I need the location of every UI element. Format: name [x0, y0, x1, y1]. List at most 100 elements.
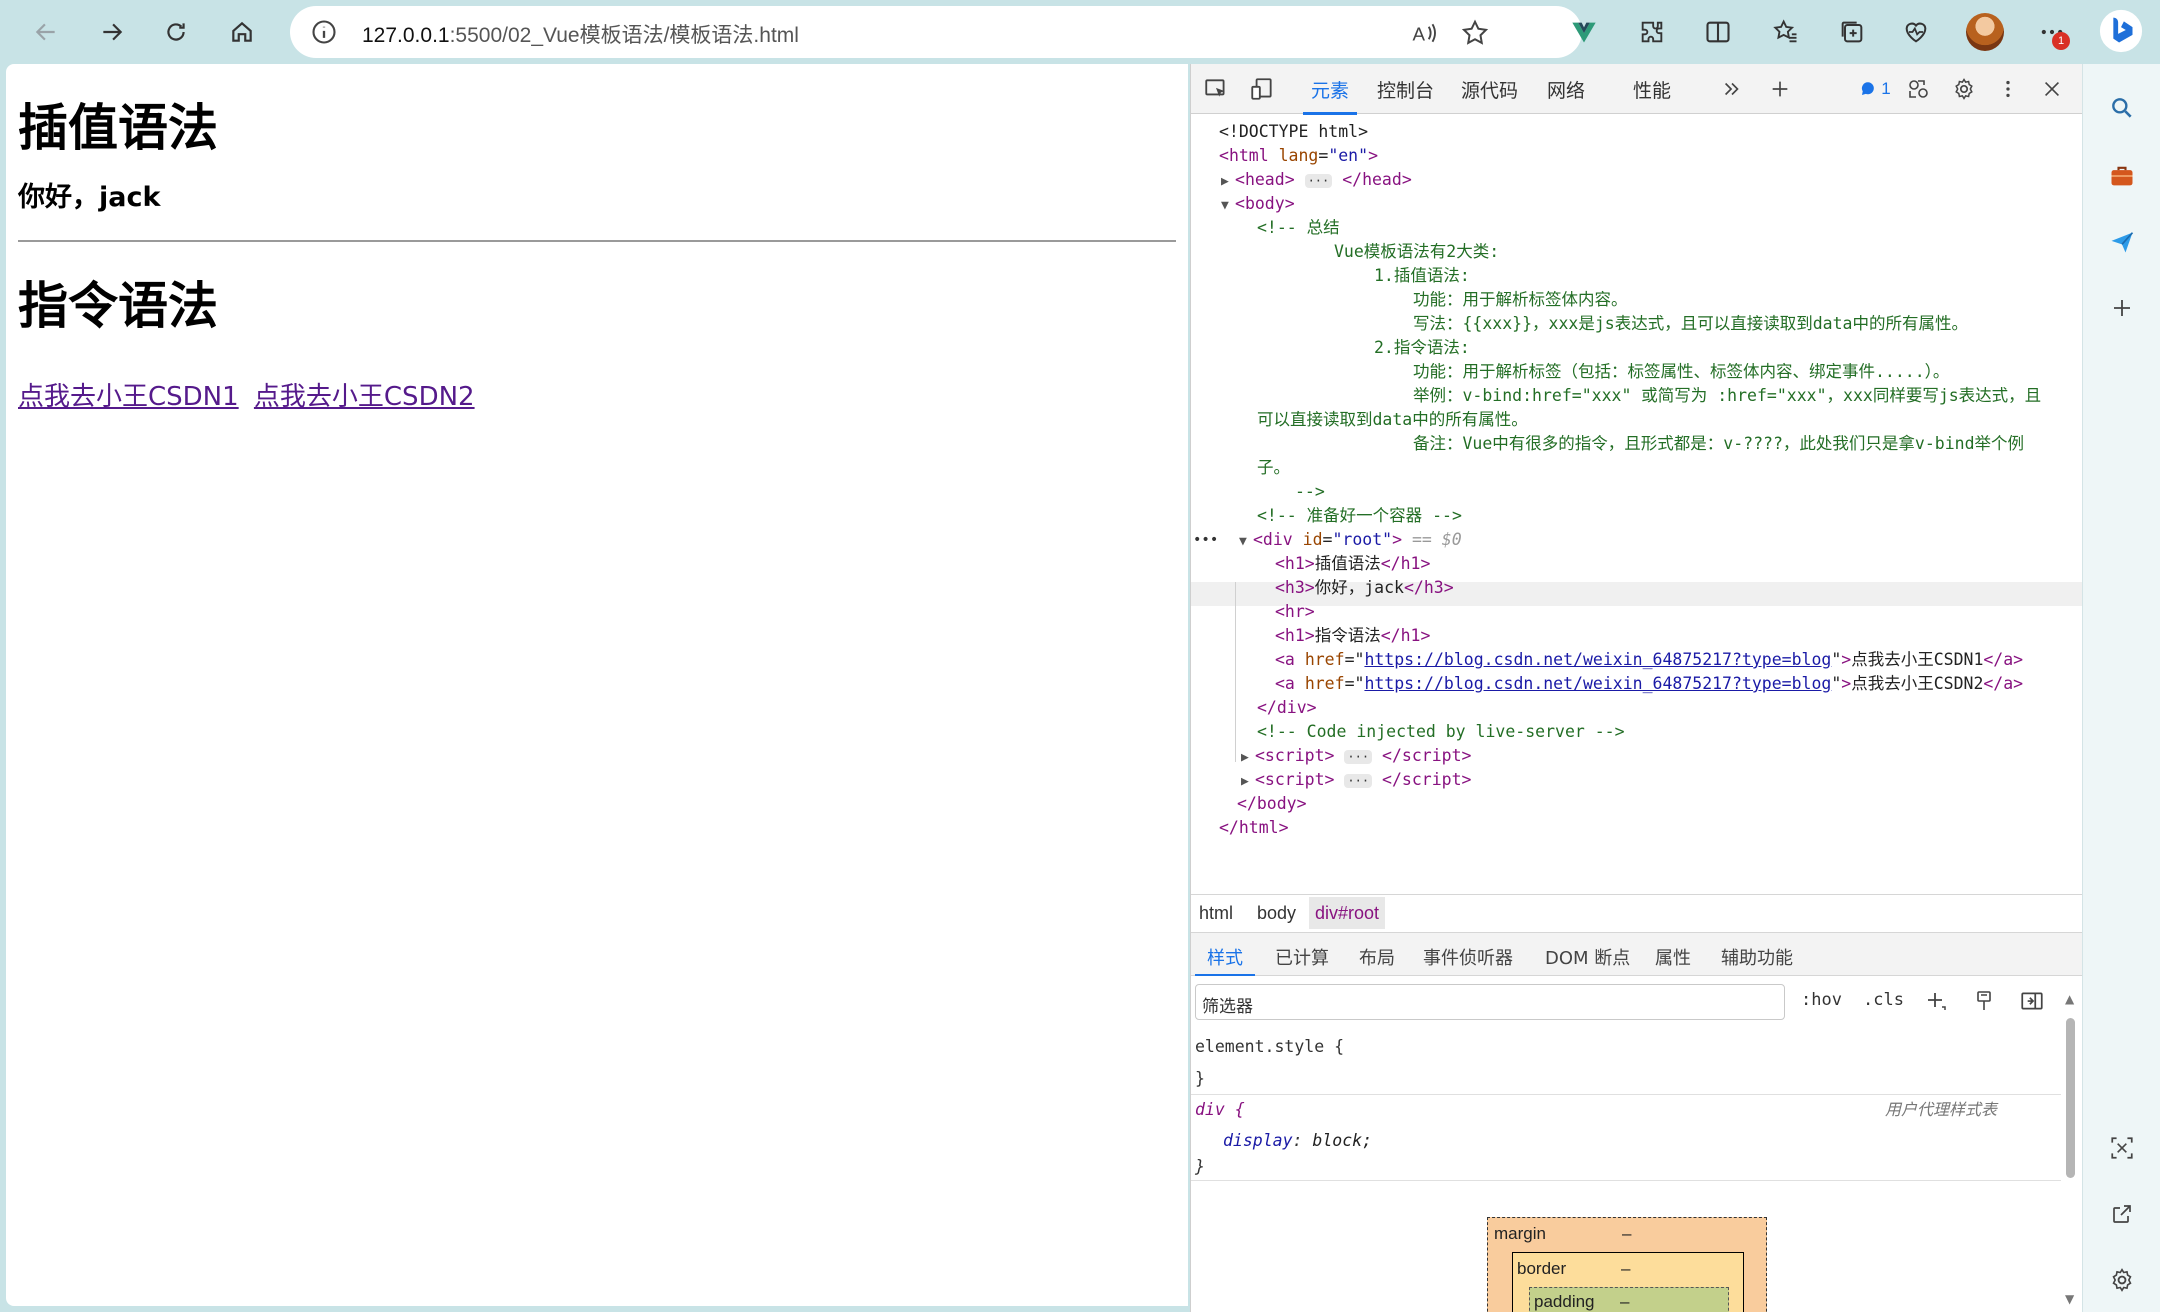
subtab-properties[interactable]: 属性 — [1655, 944, 1691, 970]
refresh-button[interactable] — [156, 12, 196, 52]
breadcrumb-body[interactable]: body — [1257, 903, 1296, 924]
box-model-border[interactable]: border – padding – — [1512, 1252, 1744, 1312]
forward-button[interactable] — [92, 12, 132, 52]
display-declaration[interactable]: display: block; — [1223, 1130, 1372, 1152]
box-model-padding[interactable]: padding – — [1529, 1287, 1729, 1312]
dom-div-root[interactable]: ▼ <div id="root"> == $0 — [1239, 528, 1462, 554]
expand-triangle-icon[interactable]: ▶ — [1221, 170, 1235, 194]
breadcrumb-html[interactable]: html — [1199, 903, 1233, 924]
home-button[interactable] — [222, 12, 262, 52]
new-style-rule-plus-icon[interactable] — [1921, 986, 1951, 1016]
vue-devtools-extension-icon[interactable] — [1566, 14, 1602, 50]
breadcrumb-div-root[interactable]: div#root — [1309, 897, 1386, 929]
scroll-down-arrow-icon[interactable]: ▼ — [2065, 1292, 2074, 1306]
dom-comment-container[interactable]: <!-- 准备好一个容器 --> — [1257, 504, 1462, 528]
add-panel-plus-icon[interactable] — [1765, 74, 1795, 104]
node-actions-ellipsis[interactable]: ••• — [1193, 528, 1218, 552]
favorites-icon[interactable] — [1768, 14, 1804, 50]
dom-comment-summary[interactable]: <!-- 总结 — [1257, 216, 1340, 240]
href-link[interactable]: https://blog.csdn.net/weixin_64875217?ty… — [1364, 674, 1831, 693]
border-top-value[interactable]: – — [1621, 1259, 1630, 1279]
collections-icon[interactable] — [1834, 14, 1870, 50]
split-screen-icon[interactable] — [1700, 14, 1736, 50]
favorite-star-icon[interactable] — [1460, 18, 1490, 48]
sidebar-add-plus-icon[interactable] — [2104, 290, 2140, 326]
sidebar-settings-gear-icon[interactable] — [2104, 1262, 2140, 1298]
devtools-close-icon[interactable] — [2037, 74, 2067, 104]
sidebar-screenshot-icon[interactable] — [2104, 1130, 2140, 1166]
tab-sources[interactable]: 源代码 — [1461, 76, 1518, 103]
devtools-tab-bar: 元素 控制台 源代码 网络 性能 1 — [1191, 64, 2082, 115]
dom-h1-directive[interactable]: <h1>指令语法</h1> — [1275, 624, 1430, 648]
url-text[interactable]: 127.0.0.1:5500/02_Vue模板语法/模板语法.html — [362, 19, 799, 49]
subtab-accessibility[interactable]: 辅助功能 — [1721, 944, 1793, 970]
expand-triangle-icon[interactable]: ▶ — [1241, 770, 1255, 794]
dom-a-1[interactable]: <a href="https://blog.csdn.net/weixin_64… — [1275, 648, 2023, 672]
extensions-puzzle-icon[interactable] — [1634, 14, 1670, 50]
site-info-icon[interactable] — [310, 18, 338, 46]
hov-toggle[interactable]: :hov — [1801, 990, 1842, 1010]
box-model-margin[interactable]: margin – border – padding – — [1487, 1217, 1767, 1312]
tab-console[interactable]: 控制台 — [1377, 76, 1434, 103]
collapsed-ellipsis[interactable]: ··· — [1344, 750, 1373, 764]
subtab-computed[interactable]: 已计算 — [1275, 944, 1329, 970]
styles-scrollbar[interactable]: ▲ ▼ — [2063, 992, 2077, 1312]
div-ua-rule[interactable]: div { — [1195, 1099, 1245, 1121]
dom-body-node[interactable]: ▼ <body> — [1221, 192, 1295, 218]
dom-doctype[interactable]: <!DOCTYPE html> — [1219, 120, 1368, 144]
tab-network[interactable]: 网络 — [1547, 76, 1585, 103]
collapsed-ellipsis[interactable]: ··· — [1344, 774, 1373, 788]
paint-brush-icon[interactable] — [1969, 986, 1999, 1016]
cls-toggle[interactable]: .cls — [1863, 990, 1904, 1010]
subtab-styles[interactable]: 样式 — [1195, 944, 1255, 977]
margin-top-value[interactable]: – — [1622, 1224, 1631, 1244]
dom-a-2[interactable]: <a href="https://blog.csdn.net/weixin_64… — [1275, 672, 2023, 696]
collapse-triangle-icon[interactable]: ▼ — [1221, 194, 1235, 218]
href-link[interactable]: https://blog.csdn.net/weixin_64875217?ty… — [1364, 650, 1831, 669]
dom-script-2[interactable]: ▶ <script> ··· </script> — [1241, 768, 1471, 794]
dom-h1-interp[interactable]: <h1>插值语法</h1> — [1275, 552, 1430, 576]
subtab-dom-breakpoints[interactable]: DOM 断点 — [1545, 944, 1630, 970]
element-style-rule[interactable]: element.style { — [1195, 1036, 1344, 1058]
sidebar-tools-briefcase-icon[interactable] — [2104, 158, 2140, 194]
read-aloud-icon[interactable]: A — [1410, 18, 1440, 48]
dom-html-node[interactable]: <html lang="en"> — [1219, 144, 1378, 168]
inspect-element-icon[interactable] — [1201, 74, 1231, 104]
url-path: :5500/02_Vue模板语法/模板语法.html — [449, 24, 799, 47]
toggle-sidebar-icon[interactable] — [2017, 986, 2047, 1016]
more-tabs-chevron-icon[interactable] — [1717, 74, 1747, 104]
scroll-up-arrow-icon[interactable]: ▲ — [2065, 992, 2074, 1006]
tab-elements[interactable]: 元素 — [1302, 76, 1358, 115]
csdn-link-1[interactable]: 点我去小王CSDN1 — [18, 382, 239, 412]
padding-top-value[interactable]: – — [1620, 1292, 1629, 1312]
collapsed-ellipsis[interactable]: ··· — [1304, 174, 1333, 188]
dom-hr[interactable]: <hr> — [1275, 600, 1315, 624]
subtab-event-listeners[interactable]: 事件侦听器 — [1423, 944, 1513, 970]
expand-triangle-icon[interactable]: ▶ — [1241, 746, 1255, 770]
devtools-more-vertical-icon[interactable] — [1993, 74, 2023, 104]
sidebar-send-icon[interactable] — [2104, 224, 2140, 260]
dom-h3[interactable]: <h3>你好，jack</h3> — [1275, 576, 1454, 600]
browser-essentials-icon[interactable] — [1898, 14, 1934, 50]
dom-head-node[interactable]: ▶ <head> ··· </head> — [1221, 168, 1412, 194]
dom-live-server-comment[interactable]: <!-- Code injected by live-server --> — [1257, 720, 1625, 744]
scroll-thumb[interactable] — [2066, 1018, 2075, 1178]
customize-connection-icon[interactable] — [1903, 74, 1933, 104]
back-button[interactable] — [26, 12, 66, 52]
copilot-icon[interactable] — [2098, 8, 2144, 54]
tab-performance[interactable]: 性能 — [1633, 76, 1671, 103]
address-bar[interactable]: 127.0.0.1:5500/02_Vue模板语法/模板语法.html A — [290, 6, 1582, 58]
dom-script-1[interactable]: ▶ <script> ··· </script> — [1241, 744, 1471, 770]
page-content: 插值语法 你好，jack 指令语法 点我去小王CSDN1 点我去小王CSDN2 — [6, 98, 1188, 413]
sidebar-open-external-icon[interactable] — [2104, 1196, 2140, 1232]
issues-counter[interactable]: 1 — [1851, 74, 1899, 104]
profile-avatar[interactable] — [1966, 13, 2004, 51]
styles-filter-input[interactable]: 筛选器 — [1195, 984, 1785, 1020]
csdn-link-2[interactable]: 点我去小王CSDN2 — [254, 382, 475, 412]
sidebar-search-icon[interactable] — [2104, 90, 2140, 126]
collapse-triangle-icon[interactable]: ▼ — [1239, 530, 1253, 554]
dom-html-close: </html> — [1219, 818, 1289, 837]
subtab-layout[interactable]: 布局 — [1359, 944, 1395, 970]
device-toolbar-icon[interactable] — [1247, 74, 1277, 104]
devtools-settings-gear-icon[interactable] — [1949, 74, 1979, 104]
